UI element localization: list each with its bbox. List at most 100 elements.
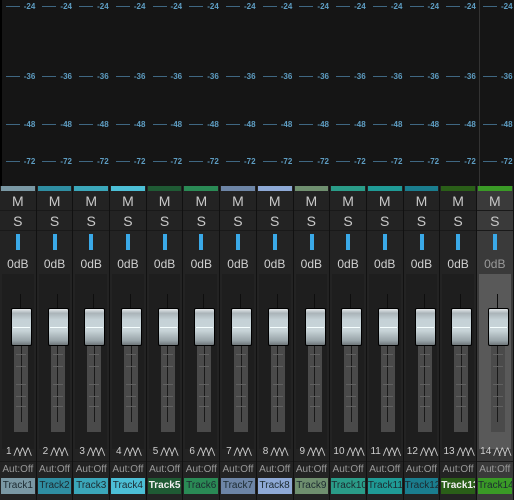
fader-track[interactable] [14, 344, 28, 432]
track-name-label[interactable]: Track12 [404, 478, 439, 494]
fader-handle[interactable] [121, 308, 143, 346]
pan-indicator[interactable] [309, 234, 314, 250]
channel-strip[interactable]: M S 0dB 8 ⋀⋀⋀ Aut:Off Track8 [256, 186, 294, 500]
waveform-icon[interactable]: ⋀⋀⋀ [160, 446, 178, 456]
pan-indicator[interactable] [89, 234, 94, 250]
fader-track[interactable] [197, 344, 212, 432]
mute-button[interactable]: M [73, 192, 110, 211]
mute-button[interactable]: M [366, 192, 403, 211]
channel-strip[interactable]: M S 0dB 10 ⋀⋀⋀ Aut:Off Track10 [330, 186, 367, 500]
track-name-label[interactable]: Track6 [184, 478, 219, 494]
solo-button[interactable]: S [256, 212, 293, 231]
fader-handle[interactable] [304, 308, 326, 346]
fader-track[interactable] [87, 344, 102, 432]
solo-button[interactable]: S [366, 212, 403, 231]
waveform-icon[interactable]: ⋀⋀⋀ [14, 446, 32, 456]
mute-button[interactable]: M [110, 192, 146, 211]
channel-strip[interactable]: M S 0dB 12 ⋀⋀⋀ Aut:Off Track12 [403, 186, 441, 500]
automation-mode[interactable]: Aut:Off [110, 461, 146, 478]
waveform-icon[interactable]: ⋀⋀⋀ [307, 446, 325, 456]
fader-track[interactable] [124, 344, 139, 432]
channel-strip[interactable]: M S 0dB 6 ⋀⋀⋀ Aut:Off Track6 [183, 186, 221, 500]
pan-indicator[interactable] [492, 234, 497, 250]
automation-mode[interactable]: Aut:Off [403, 461, 440, 478]
automation-mode[interactable]: Aut:Off [36, 461, 73, 478]
pan-indicator[interactable] [419, 234, 424, 250]
mute-button[interactable]: M [0, 192, 36, 211]
track-name-label[interactable]: Track1 [1, 478, 35, 494]
waveform-icon[interactable]: ⋀⋀⋀ [383, 446, 401, 456]
fader-handle[interactable] [341, 308, 363, 346]
track-name-label[interactable]: Track3 [74, 478, 109, 494]
channel-strip[interactable]: M S 0dB 11 ⋀⋀⋀ Aut:Off Track11 [366, 186, 404, 500]
fader-handle[interactable] [231, 308, 253, 346]
channel-strip[interactable]: M S 0dB 13 ⋀⋀⋀ Aut:Off Track13 [440, 186, 477, 500]
waveform-icon[interactable]: ⋀⋀⋀ [197, 446, 215, 456]
waveform-icon[interactable]: ⋀⋀⋀ [124, 446, 142, 456]
channel-strip[interactable]: M S 0dB 2 ⋀⋀⋀ Aut:Off Track2 [36, 186, 74, 500]
automation-mode[interactable]: Aut:Off [183, 461, 220, 478]
fader-handle[interactable] [157, 308, 179, 346]
automation-mode[interactable]: Aut:Off [293, 461, 330, 478]
track-name-label[interactable]: Track14 [477, 478, 512, 494]
pan-indicator[interactable] [382, 234, 387, 250]
waveform-icon[interactable]: ⋀⋀⋀ [420, 446, 438, 456]
waveform-icon[interactable]: ⋀⋀⋀ [493, 446, 511, 456]
channel-strip[interactable]: M S 0dB 5 ⋀⋀⋀ Aut:Off Track5 [146, 186, 184, 500]
track-name-label[interactable]: Track4 [111, 478, 145, 494]
solo-button[interactable]: S [220, 212, 256, 231]
solo-button[interactable]: S [476, 212, 513, 231]
fader-handle[interactable] [11, 308, 32, 346]
mute-button[interactable]: M [403, 192, 440, 211]
automation-mode[interactable]: Aut:Off [256, 461, 293, 478]
track-name-label[interactable]: Track8 [257, 478, 292, 494]
fader-handle[interactable] [84, 308, 106, 346]
fader-track[interactable] [344, 344, 359, 432]
solo-button[interactable]: S [0, 212, 36, 231]
solo-button[interactable]: S [36, 212, 73, 231]
automation-mode[interactable]: Aut:Off [146, 461, 183, 478]
fader-track[interactable] [454, 344, 469, 432]
solo-button[interactable]: S [440, 212, 476, 231]
fader-track[interactable] [417, 344, 432, 432]
track-name-label[interactable]: Track10 [331, 478, 365, 494]
waveform-icon[interactable]: ⋀⋀⋀ [50, 446, 68, 456]
fader-handle[interactable] [414, 308, 436, 346]
solo-button[interactable]: S [330, 212, 366, 231]
channel-strip[interactable]: M S 0dB 4 ⋀⋀⋀ Aut:Off Track4 [110, 186, 147, 500]
pan-indicator[interactable] [199, 234, 204, 250]
channel-strip[interactable]: M S 0dB 14 ⋀⋀⋀ Aut:Off Track14 [476, 186, 514, 500]
waveform-icon[interactable]: ⋀⋀⋀ [270, 446, 288, 456]
waveform-icon[interactable]: ⋀⋀⋀ [87, 446, 105, 456]
pan-indicator[interactable] [162, 234, 167, 250]
solo-button[interactable]: S [73, 212, 110, 231]
track-name-label[interactable]: Track7 [221, 478, 255, 494]
mute-button[interactable]: M [330, 192, 366, 211]
automation-mode[interactable]: Aut:Off [330, 461, 366, 478]
fader-track[interactable] [270, 344, 285, 432]
track-name-label[interactable]: Track9 [294, 478, 329, 494]
track-name-label[interactable]: Track2 [37, 478, 72, 494]
pan-indicator[interactable] [126, 234, 131, 250]
mute-button[interactable]: M [220, 192, 256, 211]
fader-track[interactable] [160, 344, 175, 432]
fader-track[interactable] [380, 344, 395, 432]
pan-indicator[interactable] [346, 234, 351, 250]
pan-indicator[interactable] [52, 234, 57, 250]
fader-handle[interactable] [47, 308, 69, 346]
pan-indicator[interactable] [456, 234, 461, 250]
mute-button[interactable]: M [146, 192, 183, 211]
waveform-icon[interactable]: ⋀⋀⋀ [234, 446, 252, 456]
fader-track[interactable] [307, 344, 322, 432]
automation-mode[interactable]: Aut:Off [0, 461, 36, 478]
fader-handle[interactable] [267, 308, 289, 346]
channel-strip[interactable]: M S 0dB 9 ⋀⋀⋀ Aut:Off Track9 [293, 186, 331, 500]
track-name-label[interactable]: Track5 [147, 478, 182, 494]
automation-mode[interactable]: Aut:Off [220, 461, 256, 478]
fader-handle[interactable] [377, 308, 399, 346]
fader-handle[interactable] [451, 308, 473, 346]
mute-button[interactable]: M [36, 192, 73, 211]
automation-mode[interactable]: Aut:Off [476, 461, 513, 478]
mute-button[interactable]: M [183, 192, 220, 211]
channel-strip[interactable]: M S 0dB 7 ⋀⋀⋀ Aut:Off Track7 [220, 186, 257, 500]
